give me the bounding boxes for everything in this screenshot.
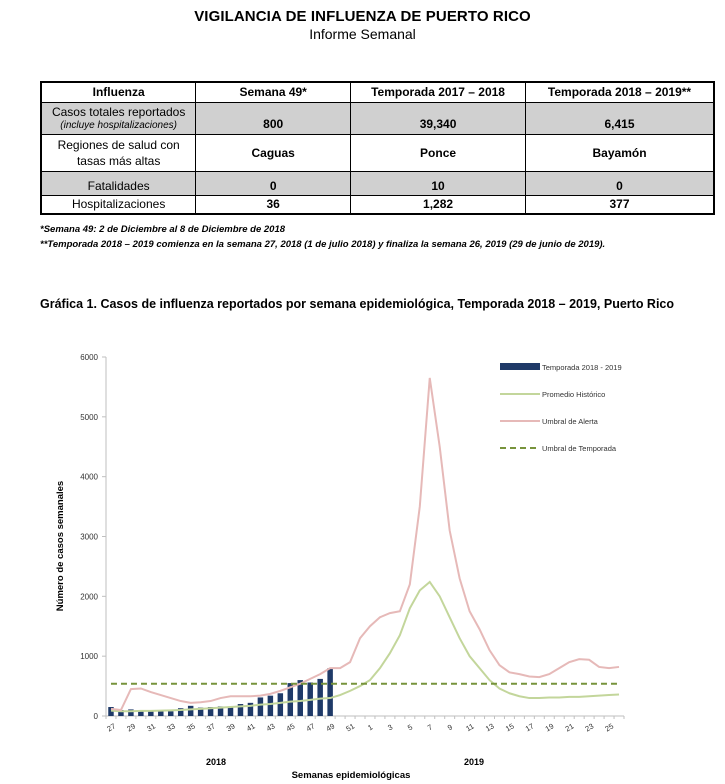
row-label: Fatalidades [40,171,197,196]
table-cell: Ponce [350,134,527,172]
bar-week-46 [297,680,303,716]
table-cell: 0 [195,171,352,196]
x-tick-label: 29 [125,721,137,733]
table-cell: Bayamón [525,134,715,172]
table-cell: 377 [525,195,715,214]
x-tick-label: 17 [524,721,536,733]
x-tick-label: 9 [446,722,454,732]
x-tick-label: 31 [145,721,157,733]
table-header-row: Influenza Semana 49* Temporada 2017 – 20… [40,81,715,103]
summary-table: Influenza Semana 49* Temporada 2017 – 20… [40,81,715,215]
bar-week-44 [277,693,284,716]
y-tick-label: 5000 [80,413,98,422]
x-tick-label: 25 [603,721,615,733]
table-row: Fatalidades 0 10 0 [40,171,715,196]
x-tick-label: 13 [484,721,496,733]
x-tick-label: 49 [325,721,337,733]
footnote-season: **Temporada 2018 – 2019 comienza en la s… [40,239,606,250]
x-tick-label: 11 [464,722,475,734]
series-historical-average-line [110,580,620,713]
table-row: Regiones de salud con tasas más altas Ca… [40,134,715,172]
x-tick-label: 27 [105,721,117,733]
x-tick-label: 3 [386,722,394,732]
bar-week-43 [267,695,274,716]
page-subtitle: Informe Semanal [309,26,416,42]
x-tick-label: 39 [225,721,237,733]
series-alert-threshold-line [110,377,620,712]
bar-week-33 [168,711,174,716]
table-cell: 39,340 [350,102,527,135]
x-tick-label: 43 [265,721,277,733]
table-header: Temporada 2017 – 2018 [350,81,527,103]
y-tick-label: 6000 [80,353,98,362]
x-tick-label: 1 [366,722,374,732]
table-cell: 0 [525,171,715,196]
footnote-week: *Semana 49: 2 de Diciembre al 8 de Dicie… [40,224,286,235]
bar-week-42 [257,697,264,716]
x-tick-label: 21 [564,721,576,733]
bar-week-49 [327,668,333,716]
y-axis-label: Número de casos semanales [55,481,66,611]
legend-label: Promedio Histórico [542,390,605,399]
x-tick-label: 51 [344,721,356,733]
table-row: Hospitalizaciones 36 1,282 377 [40,195,715,214]
x-tick-label: 19 [544,721,556,733]
row-label: Hospitalizaciones [40,195,197,214]
table-cell: Caguas [195,134,352,172]
page-title: VIGILANCIA DE INFLUENZA DE PUERTO RICO [194,8,531,25]
x-tick-label: 47 [305,721,317,733]
x-tick-label: 23 [584,721,596,733]
x-tick-label: 35 [185,721,197,733]
table-cell: 36 [195,195,352,214]
table-cell: 10 [350,171,527,196]
x-tick-label: 15 [504,721,516,733]
legend-label: Umbral de Temporada [542,444,617,453]
x-tick-label: 45 [285,721,297,733]
x-tick-label: 7 [426,722,434,732]
bar-week-35 [187,705,194,716]
bar-week-32 [158,711,164,716]
table-header: Semana 49* [195,81,352,103]
y-tick-label: 3000 [80,533,98,542]
row-sublabel: (incluye hospitalizaciones) [60,119,177,131]
x-tick-label: 33 [165,721,177,733]
legend-swatch-bar [500,363,540,370]
table-cell: 6,415 [525,102,715,135]
row-label: Casos totales reportados (incluye hospit… [40,102,197,135]
x-tick-label: 5 [406,722,414,732]
year-label-2018: 2018 [206,757,226,767]
table-row: Casos totales reportados (incluye hospit… [40,102,715,135]
influenza-chart: 010002000300040005000600027 29 31 33 35 37 39 4… [55,353,625,780]
chart-title: Gráfica 1. Casos de influenza reportados… [40,297,675,311]
y-tick-label: 4000 [80,473,98,482]
x-tick-label: 37 [205,721,217,733]
row-label-text: Casos totales reportados [51,104,186,119]
y-tick-label: 0 [94,712,99,721]
x-tick-label: 41 [245,721,257,733]
x-axis-label: Semanas epidemiológicas [292,770,411,780]
table-cell: 800 [195,102,352,135]
table-cell: 1,282 [350,195,527,214]
legend-label: Umbral de Alerta [542,417,599,426]
legend-label: Temporada 2018 - 2019 [542,363,622,372]
row-label: Regiones de salud con tasas más altas [40,134,197,172]
table-header: Influenza [40,81,197,103]
year-label-2019: 2019 [464,757,484,767]
y-tick-label: 1000 [80,652,98,661]
table-header: Temporada 2018 – 2019** [525,81,715,103]
y-tick-label: 2000 [80,592,98,601]
